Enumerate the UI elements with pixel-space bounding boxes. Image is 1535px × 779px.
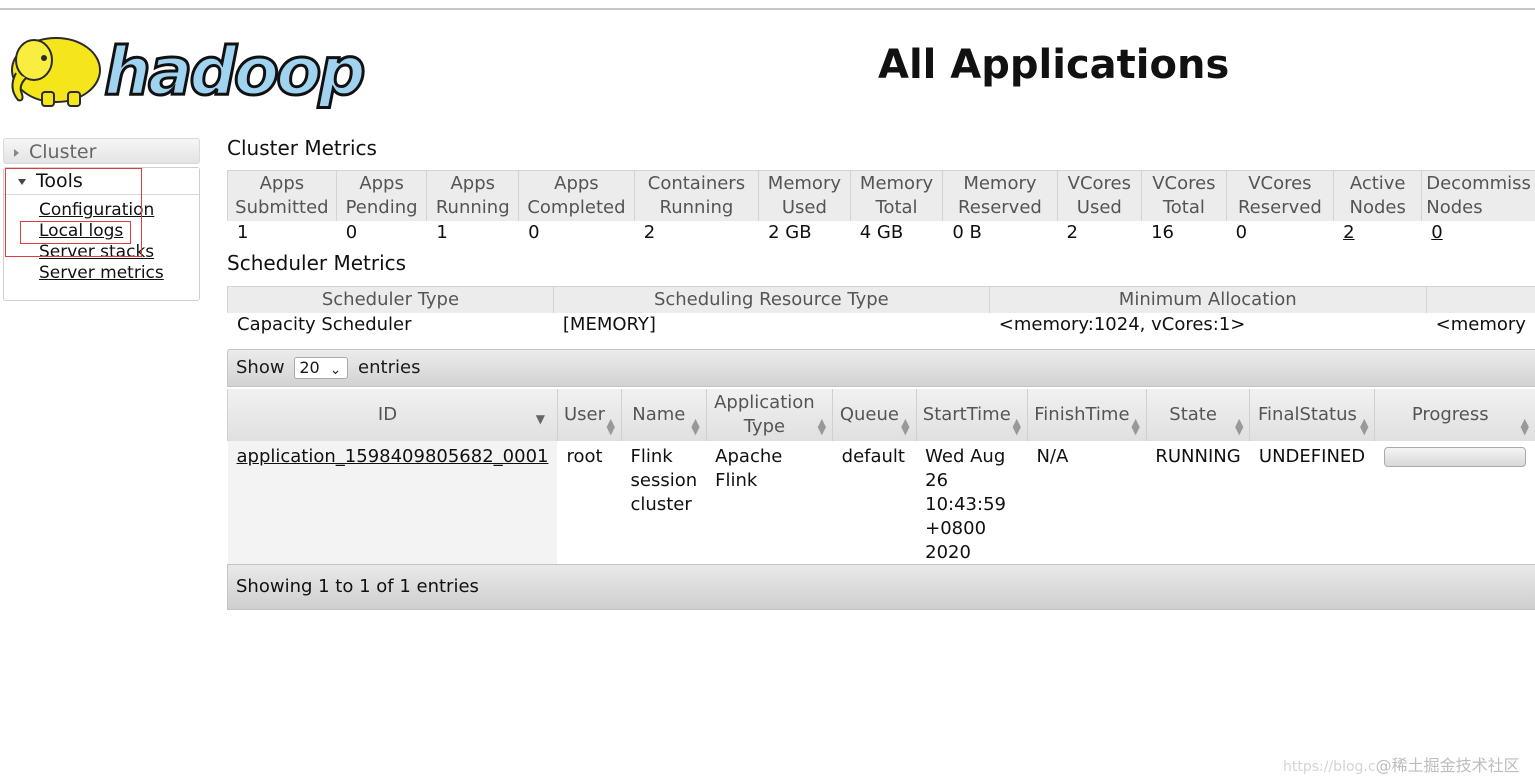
cluster-metric-value: 16 (1141, 221, 1227, 245)
cluster-metrics-title: Cluster Metrics (227, 136, 377, 160)
app-progress-cell (1375, 441, 1535, 569)
cluster-metric-value: 0 (1421, 221, 1535, 245)
cluster-metric-header: VCores Used (1056, 170, 1142, 221)
page-title: All Applications (878, 42, 1230, 88)
cluster-metric-value: 0 (518, 221, 635, 245)
cluster-metric-header: Memory Used (758, 170, 851, 221)
cluster-metrics-header-row: Apps Submitted Apps Pending Apps Running Apps C… (227, 170, 1535, 221)
svg-text:hadoop: hadoop (104, 33, 363, 110)
watermark-text: @稀土掘金技术社区 (1375, 756, 1520, 775)
cluster-metric-header: Memory Reserved (942, 170, 1058, 221)
app-user-cell: root (566, 446, 603, 467)
col-header-finish-time[interactable]: FinishTime ▲ ▼ (1026, 389, 1147, 441)
col-header-progress[interactable]: Progress ▲ ▼ (1374, 389, 1535, 441)
sort-icon: ▲ ▼ (1131, 416, 1140, 437)
cluster-metrics-value-row: 101022 GB 4 GB 0 B 2 16 0 2 0 (227, 221, 1535, 245)
page-size-select[interactable]: 20 ⌄ (294, 357, 349, 379)
watermark-url: https://blog.c (1283, 759, 1376, 775)
col-header-application-type[interactable]: Application Type ▲ ▼ (705, 389, 833, 441)
cluster-metric-header: Memory Total (849, 170, 943, 221)
sort-icon: ▲ ▼ (901, 416, 910, 437)
cluster-metric-value: 2 (1056, 221, 1142, 245)
minimum-allocation-value: <memory:1024, vCores:1> (988, 313, 1427, 337)
sort-icon: ▲ ▼ (1234, 416, 1244, 437)
scheduler-metrics-title: Scheduler Metrics (227, 251, 407, 275)
sort-icon: ▲ ▼ (606, 416, 616, 437)
cluster-metric-value: 0 B (942, 221, 1058, 245)
cluster-metric-value: 1 (426, 221, 519, 245)
scheduler-metrics-table: Scheduler Type Scheduling Resource Type … (227, 286, 1535, 337)
sort-icon: ▲ ▼ (1359, 416, 1369, 437)
cluster-metric-header: Apps Pending (335, 170, 427, 221)
app-type-cell: Apache Flink (715, 446, 783, 491)
minimum-allocation-header: Minimum Allocation (988, 286, 1427, 313)
cluster-metric-value: 2 (1333, 221, 1422, 245)
sort-icon: ▲ ▼ (1520, 416, 1529, 437)
app-queue-cell: default (841, 446, 905, 467)
col-header-user[interactable]: User ▲ ▼ (556, 389, 622, 441)
app-finish-time-cell: N/A (1036, 446, 1069, 467)
decommissioned-nodes-link[interactable]: 0 (1431, 222, 1442, 243)
active-nodes-link[interactable]: 2 (1343, 222, 1354, 243)
app-id-link[interactable]: application_1598409805682_0001 (237, 446, 549, 467)
col-header-id[interactable]: ID ▼ (227, 389, 558, 441)
cluster-metric-header: Decommiss Nodes (1421, 170, 1535, 221)
nav-cluster-header[interactable]: Cluster (3, 138, 200, 164)
cluster-metric-header: Apps Submitted (227, 170, 337, 221)
nav-cluster-label: Cluster (29, 141, 97, 163)
cluster-metric-header: VCores Total (1141, 170, 1227, 221)
cluster-metric-value: 0 (1225, 221, 1334, 245)
hadoop-logo[interactable]: hadoop (4, 18, 384, 113)
watermark: https://blog.c@稀土掘金技术社区 (1283, 752, 1520, 776)
scheduler-metrics-header-row: Scheduler Type Scheduling Resource Type … (227, 286, 1535, 313)
cluster-metric-value: 1 (227, 221, 337, 245)
page-size-value: 20 (299, 358, 320, 377)
cluster-metric-header: Containers Running (633, 170, 759, 221)
apps-table-footer: Showing 1 to 1 of 1 entries (227, 564, 1535, 610)
top-divider (0, 8, 1535, 10)
table-row: application_1598409805682_0001 root Flin… (227, 441, 1535, 569)
col-header-final-status[interactable]: FinalStatus ▲ ▼ (1249, 389, 1375, 441)
sort-icon: ▲ ▼ (1012, 416, 1021, 437)
chevron-down-icon: ⌄ (329, 362, 342, 378)
col-header-start-time[interactable]: StartTime ▲ ▼ (915, 389, 1028, 441)
progress-bar (1383, 447, 1526, 467)
scheduler-type-value: Capacity Scheduler (227, 313, 554, 337)
col-header-queue[interactable]: Queue ▲ ▼ (832, 389, 917, 441)
col-header-name[interactable]: Name ▲ ▼ (621, 389, 707, 441)
entries-label: entries (358, 357, 421, 378)
app-state-cell: RUNNING (1155, 446, 1241, 467)
app-name-cell: Flink session cluster (630, 446, 698, 515)
scheduler-metrics-value-row: Capacity Scheduler [MEMORY] <memory:1024… (227, 313, 1535, 337)
collapsed-arrow-icon (14, 148, 19, 157)
applications-header-row: ID ▼ User ▲ ▼ Name ▲ ▼ Application Type ▲ ▼ Que… (227, 389, 1535, 441)
nav-link-server-metrics[interactable]: Server metrics (39, 263, 164, 284)
applications-table: ID ▼ User ▲ ▼ Name ▲ ▼ Application Type ▲ ▼ Que… (227, 389, 1535, 569)
cluster-metric-value: 2 GB (758, 221, 851, 245)
app-start-time-cell: Wed Aug 26 10:43:59 +0800 2020 (925, 446, 1006, 563)
sort-icon: ▲ ▼ (691, 416, 700, 437)
elephant-icon (11, 37, 101, 107)
maximum-allocation-value: <memory (1425, 313, 1535, 337)
show-label: Show (236, 357, 285, 378)
sort-desc-icon: ▼ (535, 412, 545, 426)
cluster-metric-value: 0 (335, 221, 427, 245)
cluster-metric-header: Active Nodes (1333, 170, 1422, 221)
cluster-metrics-table: Apps Submitted Apps Pending Apps Running Apps C… (227, 170, 1535, 245)
cluster-metric-header: VCores Reserved (1225, 170, 1334, 221)
scheduler-type-header: Scheduler Type (227, 286, 554, 313)
cluster-metric-value: 2 (633, 221, 759, 245)
cluster-metric-value: 4 GB (849, 221, 943, 245)
cluster-metric-header: Apps Completed (518, 170, 635, 221)
apps-table-toolbar: Show 20 ⌄ entries (227, 349, 1535, 387)
sort-icon: ▲ ▼ (817, 416, 827, 437)
annotation-box-local-logs (20, 221, 131, 244)
cluster-metric-header: Apps Running (426, 170, 519, 221)
app-id-cell: application_1598409805682_0001 (227, 441, 558, 569)
scheduling-resource-type-header: Scheduling Resource Type (552, 286, 990, 313)
scheduling-resource-type-value: [MEMORY] (552, 313, 990, 337)
col-header-state[interactable]: State ▲ ▼ (1145, 389, 1250, 441)
maximum-allocation-header (1425, 286, 1535, 313)
app-final-status-cell: UNDEFINED (1258, 446, 1366, 467)
